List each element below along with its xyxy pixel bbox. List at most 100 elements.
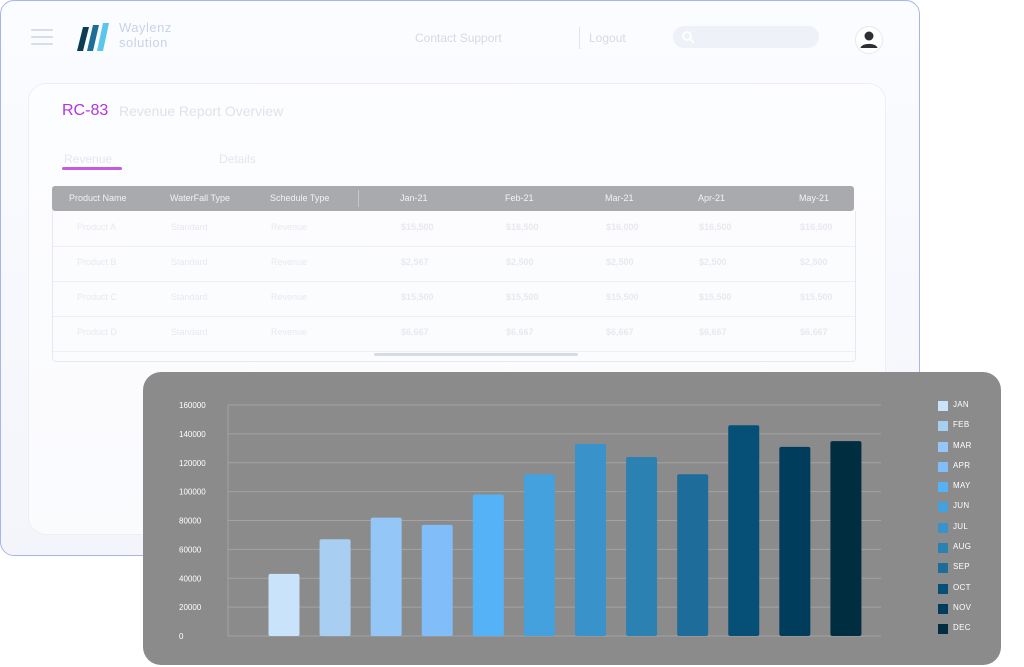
- legend-item: JUN: [938, 500, 998, 520]
- bar-chart: 0 20000 40000 60000 80000 100000 120000 140000 1…: [179, 401, 881, 641]
- column-header[interactable]: Apr-21: [698, 186, 725, 211]
- y-tick-label: 40000: [179, 574, 202, 583]
- bar-nov: [779, 446, 811, 636]
- legend-item: JUL: [938, 521, 998, 541]
- legend-swatch: [938, 482, 948, 493]
- table-cell: Revenue: [271, 327, 308, 337]
- chart-panel: 0 20000 40000 60000 80000 100000 120000 140000 1…: [143, 372, 1001, 665]
- legend-item: APR: [938, 460, 998, 480]
- legend-label: JAN: [953, 400, 970, 409]
- table-cell: Product B: [77, 257, 117, 267]
- bar-dec: [830, 441, 862, 636]
- column-header[interactable]: Product Name: [69, 186, 127, 211]
- column-header[interactable]: Mar-21: [605, 186, 634, 211]
- table-cell: Standard: [171, 327, 208, 337]
- table-cell: Standard: [171, 292, 208, 302]
- column-header[interactable]: Feb-21: [505, 186, 534, 211]
- brand-logo-icon[interactable]: [75, 21, 115, 53]
- legend-item: MAR: [938, 440, 998, 460]
- legend-label: NOV: [953, 602, 972, 612]
- page-subtitle: Revenue Report Overview: [119, 103, 284, 119]
- table-cell: $16,000: [606, 222, 639, 232]
- legend-label: APR: [953, 460, 971, 470]
- brand-name: Waylenz solution: [119, 20, 172, 50]
- legend-item: FEB: [938, 419, 998, 439]
- legend-label: JUL: [953, 521, 969, 531]
- column-header[interactable]: May-21: [799, 186, 829, 211]
- tab-revenue[interactable]: Revenue: [64, 152, 112, 166]
- table-cell: $2,567: [401, 257, 429, 267]
- table-cell: $2,500: [506, 257, 534, 267]
- table-cell: Product D: [77, 327, 118, 337]
- search-input[interactable]: [673, 26, 819, 48]
- legend-swatch: [938, 522, 948, 533]
- y-tick-label: 0: [179, 632, 184, 641]
- table-cell: $15,500: [606, 292, 639, 302]
- y-tick-label: 100000: [179, 488, 206, 497]
- active-tab-indicator: [62, 167, 122, 170]
- contact-support-link[interactable]: Contact Support: [415, 31, 502, 45]
- legend-label: MAY: [953, 481, 971, 491]
- legend-label: DEC: [953, 623, 971, 633]
- legend-label: JUN: [953, 501, 970, 511]
- search-icon: [682, 31, 695, 44]
- column-header[interactable]: WaterFall Type: [170, 186, 230, 211]
- table-cell: Revenue: [271, 292, 308, 302]
- table-cell: $6,667: [800, 327, 828, 337]
- table-row[interactable]: Product C Standard Revenue $15,500 $15,5…: [53, 281, 855, 317]
- user-avatar-icon[interactable]: [855, 26, 883, 54]
- table-cell: $2,500: [606, 257, 634, 267]
- table-cell: $15,500: [699, 292, 732, 302]
- chart-legend: JAN FEB MAR APR MAY JUN JUL AUG SEP OCT NOV DEC: [938, 399, 998, 643]
- tab-details[interactable]: Details: [219, 152, 256, 166]
- table-cell: $15,500: [401, 222, 434, 232]
- table-row[interactable]: Product D Standard Revenue $6,667 $6,667…: [53, 316, 855, 352]
- legend-swatch: [938, 543, 948, 554]
- hamburger-menu-icon[interactable]: [31, 29, 53, 47]
- bar-oct: [728, 425, 760, 636]
- legend-label: MAR: [953, 440, 972, 450]
- legend-label: FEB: [953, 420, 970, 430]
- logout-link[interactable]: Logout: [589, 31, 626, 45]
- table-cell: $16,500: [506, 222, 539, 232]
- table-cell: $6,667: [401, 327, 429, 337]
- legend-item: SEP: [938, 561, 998, 581]
- table-cell: Revenue: [271, 257, 308, 267]
- y-tick-label: 60000: [179, 545, 202, 554]
- page-title: RC-83: [62, 102, 109, 119]
- table-body: Product A Standard Revenue $15,500 $16,5…: [52, 211, 856, 362]
- table-cell: $16,500: [699, 222, 732, 232]
- legend-swatch: [938, 603, 948, 614]
- y-tick-label: 160000: [179, 401, 206, 410]
- column-header[interactable]: Schedule Type: [270, 186, 329, 211]
- table-cell: $6,667: [506, 327, 534, 337]
- legend-item: OCT: [938, 582, 998, 602]
- legend-swatch: [938, 461, 948, 472]
- bar-feb: [319, 539, 351, 636]
- table-cell: Standard: [171, 257, 208, 267]
- y-tick-label: 80000: [179, 517, 202, 526]
- bar-jan: [268, 573, 300, 636]
- table-cell: Product A: [77, 222, 117, 232]
- table-cell: $2,500: [699, 257, 727, 267]
- table-row[interactable]: Product B Standard Revenue $2,567 $2,500…: [53, 246, 855, 282]
- column-header[interactable]: Jan-21: [400, 186, 428, 211]
- legend-swatch: [938, 401, 948, 411]
- legend-swatch: [938, 502, 948, 513]
- y-tick-label: 140000: [179, 430, 206, 439]
- legend-label: OCT: [953, 582, 971, 592]
- legend-item: MAY: [938, 480, 998, 500]
- table-cell: $6,667: [699, 327, 727, 337]
- bar-mar: [370, 517, 402, 636]
- table-cell: $15,500: [401, 292, 434, 302]
- bar-may: [472, 494, 504, 636]
- legend-label: SEP: [953, 562, 970, 572]
- horizontal-scrollbar[interactable]: [374, 353, 578, 356]
- header-divider: [579, 27, 580, 49]
- table-cell: Standard: [171, 222, 208, 232]
- bar-apr: [421, 524, 453, 636]
- legend-item: NOV: [938, 602, 998, 622]
- table-row[interactable]: Product A Standard Revenue $15,500 $16,5…: [53, 211, 855, 247]
- table-cell: $2,500: [800, 257, 828, 267]
- table-header: Product Name WaterFall Type Schedule Typ…: [52, 186, 854, 211]
